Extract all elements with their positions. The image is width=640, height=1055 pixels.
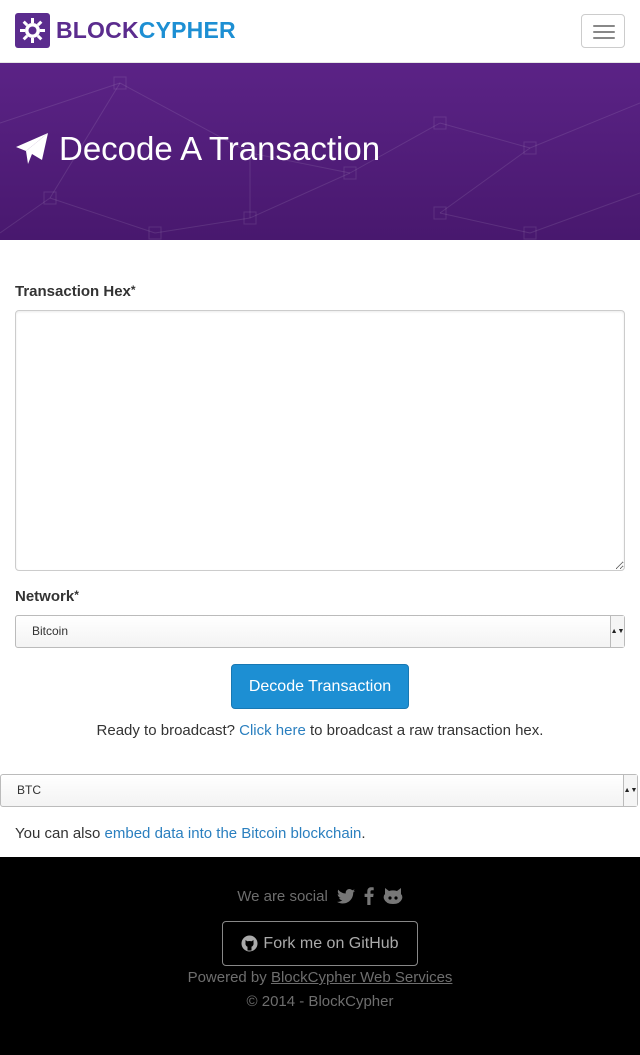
page-title-wrap: Decode A Transaction — [15, 129, 380, 169]
network-select-value: Bitcoin — [32, 624, 69, 638]
broadcast-link[interactable]: Click here — [239, 722, 306, 739]
gear-logo-icon — [15, 13, 50, 48]
broadcast-note: Ready to broadcast? Click here to broadc… — [0, 722, 640, 739]
github-icon — [241, 935, 258, 952]
menu-toggle-button[interactable] — [581, 14, 625, 48]
paper-plane-icon — [16, 133, 48, 164]
decode-transaction-button[interactable]: Decode Transaction — [231, 664, 409, 709]
embed-data-link[interactable]: embed data into the Bitcoin blockchain — [105, 825, 362, 842]
powered-by-link[interactable]: BlockCypher Web Services — [271, 969, 452, 986]
page-title: Decode A Transaction — [59, 130, 381, 167]
brand-name: BLOCKCYPHER — [56, 13, 236, 48]
hamburger-icon — [593, 31, 615, 33]
fork-on-github-label: Fork me on GitHub — [263, 934, 399, 952]
transaction-hex-input[interactable] — [15, 310, 625, 571]
site-footer: We are social Fork me on GitHub Powered … — [0, 857, 640, 1055]
hamburger-icon — [593, 37, 615, 39]
facebook-icon[interactable] — [364, 887, 374, 905]
hamburger-icon — [593, 25, 615, 27]
broadcast-suffix: to broadcast a raw transaction hex. — [309, 722, 544, 739]
transaction-hex-label: Transaction Hex* — [15, 283, 136, 300]
copyright: © 2014 - BlockCypher — [246, 993, 394, 1010]
brand-link[interactable]: BLOCKCYPHER — [15, 13, 236, 48]
select-arrows-icon: ▲▼ — [623, 775, 637, 806]
top-navbar: BLOCKCYPHER — [0, 0, 640, 63]
powered-by: Powered by BlockCypher Web Services — [0, 969, 640, 986]
select-arrows-icon: ▲▼ — [610, 616, 624, 647]
network-label: Network* — [15, 588, 79, 605]
github-icon[interactable] — [383, 887, 403, 905]
broadcast-prefix: Ready to broadcast? — [96, 722, 235, 739]
required-marker: * — [130, 283, 136, 297]
embed-prefix: You can also — [15, 825, 101, 842]
transaction-hex-label-text: Transaction Hex — [15, 283, 131, 300]
powered-prefix: Powered by — [187, 969, 267, 986]
page-header-banner: Decode A Transaction — [0, 63, 640, 240]
embed-suffix: . — [361, 825, 366, 842]
coin-select-value: BTC — [17, 783, 41, 797]
required-marker: * — [74, 588, 79, 602]
fork-on-github-button[interactable]: Fork me on GitHub — [222, 921, 418, 966]
coin-select[interactable]: BTC ▲▼ — [0, 774, 638, 807]
social-links: We are social — [0, 887, 640, 905]
social-text: We are social — [237, 887, 328, 905]
network-label-text: Network — [15, 588, 75, 605]
network-select[interactable]: Bitcoin ▲▼ — [15, 615, 625, 648]
brand-name-part2: CYPHER — [138, 17, 236, 43]
brand-name-part1: BLOCK — [56, 17, 139, 43]
embed-note: You can also embed data into the Bitcoin… — [15, 825, 366, 842]
twitter-icon[interactable] — [336, 888, 355, 904]
